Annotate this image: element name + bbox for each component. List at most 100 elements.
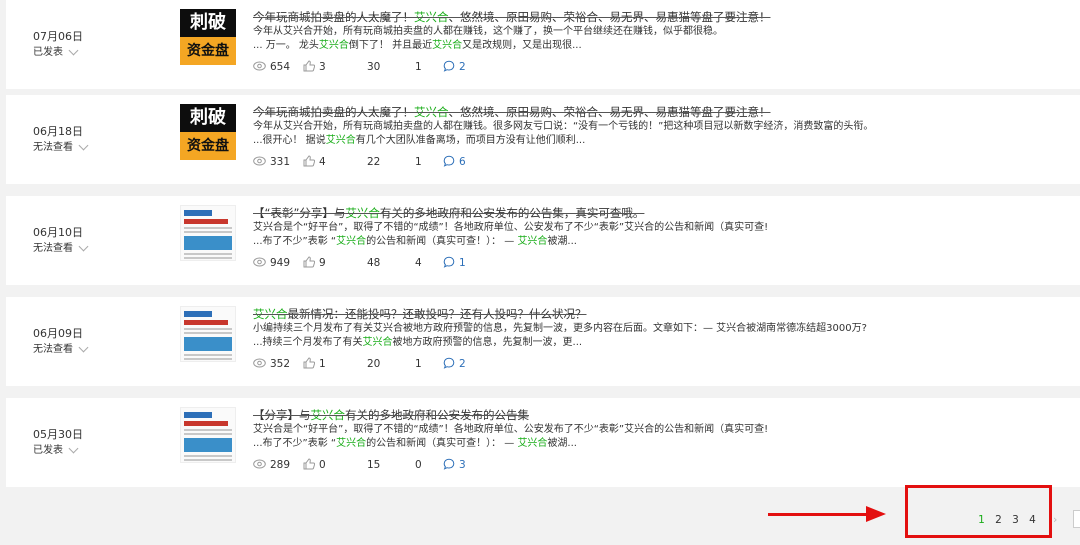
summary-keyword-1: 艾兴合 [362,337,393,348]
article-title[interactable]: 【“表彰”分享】与艾兴合有关的多地政府和公安发布的公告集，真实可查哦。 [253,205,1040,221]
title-text-a: 【“表彰”分享】与 [253,206,346,220]
page-1-link[interactable]: 1 [976,514,987,526]
status-dropdown[interactable]: 无法查看 [33,241,89,257]
thumbs-up-icon [303,356,319,372]
article-summary-line2: ...布了不少”表彰 “艾兴合的公告和新闻（真实可查！）： — 艾兴合被潮... [253,235,1040,249]
title-text-b: 最新情况：还能投吗？还敢投吗？还有人投吗？什么状况？ [287,307,587,321]
article-content: 【“表彰”分享】与艾兴合有关的多地政府和公安发布的公告集，真实可查哦。 艾兴合是个… [253,196,1040,271]
thumbs-up-icon [303,255,319,271]
article-title[interactable]: 【分享】与艾兴合有关的多地政府和公安发布的公告集 [253,407,1040,423]
views-stat: 289 [253,459,303,472]
likes-stat: 1 [303,356,367,372]
shares-count: 0 [415,459,422,471]
page-3-link[interactable]: 3 [1010,514,1021,526]
summary-keyword-1: 艾兴合 [336,236,367,247]
page-4-link[interactable]: 4 [1027,514,1038,526]
comments-stat[interactable]: 2 [443,357,466,372]
reads-stat: 48 [367,257,415,269]
likes-stat: 9 [303,255,367,271]
likes-count: 1 [319,358,326,370]
shares-count: 1 [415,358,422,370]
views-count: 352 [270,358,291,370]
status-dropdown[interactable]: 无法查看 [33,342,89,358]
comment-icon [443,458,459,473]
page-jump-input[interactable] [1073,510,1080,528]
comments-stat[interactable]: 1 [443,256,466,271]
article-card[interactable]: 07月06日 已发表 刺破 资金盘 今年玩商城拍卖盘的人太魔了！艾兴合、悠然境、原田易购… [6,0,1080,89]
article-stats: 654 3 30 1 2 [253,59,1040,75]
article-card[interactable]: 05月30日 已发表 【分享】与艾兴合有关的多地政府和公安发布的公告集 艾兴合是个“好… [6,398,1080,487]
status-label: 无法查看 [33,141,73,153]
status-dropdown[interactable]: 无法查看 [33,140,89,156]
views-stat: 352 [253,358,303,371]
article-title[interactable]: 艾兴合最新情况：还能投吗？还敢投吗？还有人投吗？什么状况？ [253,306,1040,322]
comments-stat[interactable]: 6 [443,155,466,170]
publish-date: 06月18日 [33,124,83,138]
article-summary-line1: 艾兴合是个“好平台”，取得了不错的“成绩”！各地政府单位、公安发布了不少“表彰”… [253,222,769,233]
article-card[interactable]: 06月10日 无法查看 【“表彰”分享】与艾兴合有关的多地政府和公安发布的公告集，真… [6,196,1080,285]
likes-stat: 0 [303,457,367,473]
article-summary-line2: ...布了不少”表彰 “艾兴合的公告和新闻（真实可查！）： — 艾兴合被湖... [253,437,1040,451]
comment-icon [443,357,459,372]
reads-count: 30 [367,61,381,73]
summary-text-b: 倒下了！ 并且最近 [348,40,433,51]
likes-count: 3 [319,61,326,73]
next-page-icon[interactable]: › [1053,513,1057,526]
article-thumbnail[interactable]: 刺破 资金盘 [180,104,236,160]
status-label: 已发表 [33,46,63,58]
article-thumbnail[interactable] [180,407,236,463]
article-card[interactable]: 06月18日 无法查看 刺破 资金盘 今年玩商城拍卖盘的人太魔了！艾兴合、悠然境、原田易… [6,95,1080,184]
comments-count: 1 [459,257,466,269]
article-title[interactable]: 今年玩商城拍卖盘的人太魔了！艾兴合、悠然境、原田易购、荣裕合、易无界、易惠猫等盘… [253,104,1040,120]
article-card[interactable]: 06月09日 无法查看 艾兴合最新情况：还能投吗？还敢投吗？还有人投吗？什么状况？小… [6,297,1080,386]
summary-text-a: ...很开心！ 据说 [253,135,326,146]
status-label: 无法查看 [33,242,73,254]
likes-count: 9 [319,257,326,269]
article-title[interactable]: 今年玩商城拍卖盘的人太魔了！艾兴合、悠然境、原田易购、荣裕合、易无界、易惠猫等盘… [253,9,1040,25]
summary-text-a: ...持续三个月发布了有关 [253,337,363,348]
comment-icon [443,155,459,170]
comments-count: 6 [459,156,466,168]
shares-stat: 0 [415,459,443,471]
date-column: 05月30日 已发表 [33,398,83,487]
article-content: 今年玩商城拍卖盘的人太魔了！艾兴合、悠然境、原田易购、荣裕合、易无界、易惠猫等盘… [253,0,1040,75]
title-keyword: 艾兴合 [345,206,380,220]
thumbnail-bottom-text: 资金盘 [180,132,236,160]
comments-stat[interactable]: 2 [443,60,466,75]
title-text-a: 【分享】与 [253,408,311,422]
reads-stat: 30 [367,61,415,73]
chevron-down-icon [68,45,79,56]
thumbs-up-icon [303,59,319,75]
article-thumbnail[interactable] [180,205,236,261]
title-keyword: 艾兴合 [414,105,449,119]
publish-date: 07月06日 [33,29,83,43]
status-dropdown[interactable]: 已发表 [33,45,83,61]
eye-icon [253,257,270,270]
date-column: 07月06日 已发表 [33,0,83,89]
shares-count: 1 [415,156,422,168]
article-thumbnail[interactable] [180,306,236,362]
comments-count: 2 [459,358,466,370]
date-column: 06月10日 无法查看 [33,196,89,285]
reads-count: 48 [367,257,381,269]
comments-stat[interactable]: 3 [443,458,466,473]
title-keyword: 艾兴合 [253,307,288,321]
summary-text-a: ...布了不少”表彰 “ [253,236,337,247]
chevron-down-icon [78,342,89,353]
date-column: 06月09日 无法查看 [33,297,89,386]
summary-text-b: 的公告和新闻（真实可查！）： — [366,236,518,247]
summary-keyword-1: 艾兴合 [336,438,367,449]
views-stat: 949 [253,257,303,270]
comment-icon [443,60,459,75]
eye-icon [253,459,270,472]
thumbnail-top-text: 刺破 [180,104,236,132]
likes-stat: 3 [303,59,367,75]
article-thumbnail[interactable]: 刺破 资金盘 [180,9,236,65]
reads-stat: 22 [367,156,415,168]
page-2-link[interactable]: 2 [993,514,1004,526]
status-dropdown[interactable]: 已发表 [33,443,83,459]
reads-stat: 15 [367,459,415,471]
title-keyword: 艾兴合 [310,408,346,422]
article-summary-line2: ...很开心！ 据说艾兴合有几个大团队准备离场，而项目方没有让他们顺利... [253,134,1040,148]
article-stats: 289 0 15 0 3 [253,457,1040,473]
